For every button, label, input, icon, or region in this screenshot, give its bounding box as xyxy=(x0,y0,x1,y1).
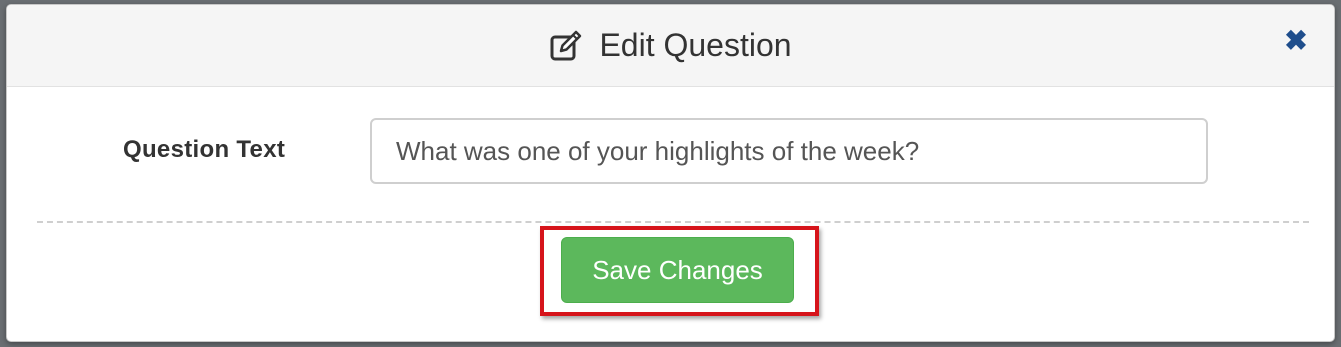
close-icon[interactable]: ✖ xyxy=(1284,27,1308,55)
question-text-input[interactable] xyxy=(370,118,1208,184)
modal-title: Edit Question xyxy=(599,27,792,63)
modal-header: Edit Question ✖ xyxy=(7,5,1334,87)
modal-title-group: Edit Question xyxy=(7,5,1334,86)
save-changes-button[interactable]: Save Changes xyxy=(561,237,794,303)
edit-question-modal: Edit Question ✖ Question Text Save Chang… xyxy=(6,4,1335,342)
question-text-label: Question Text xyxy=(123,136,286,163)
question-text-row: Question Text xyxy=(7,118,1334,186)
form-divider xyxy=(37,221,1309,223)
edit-icon xyxy=(549,29,583,63)
